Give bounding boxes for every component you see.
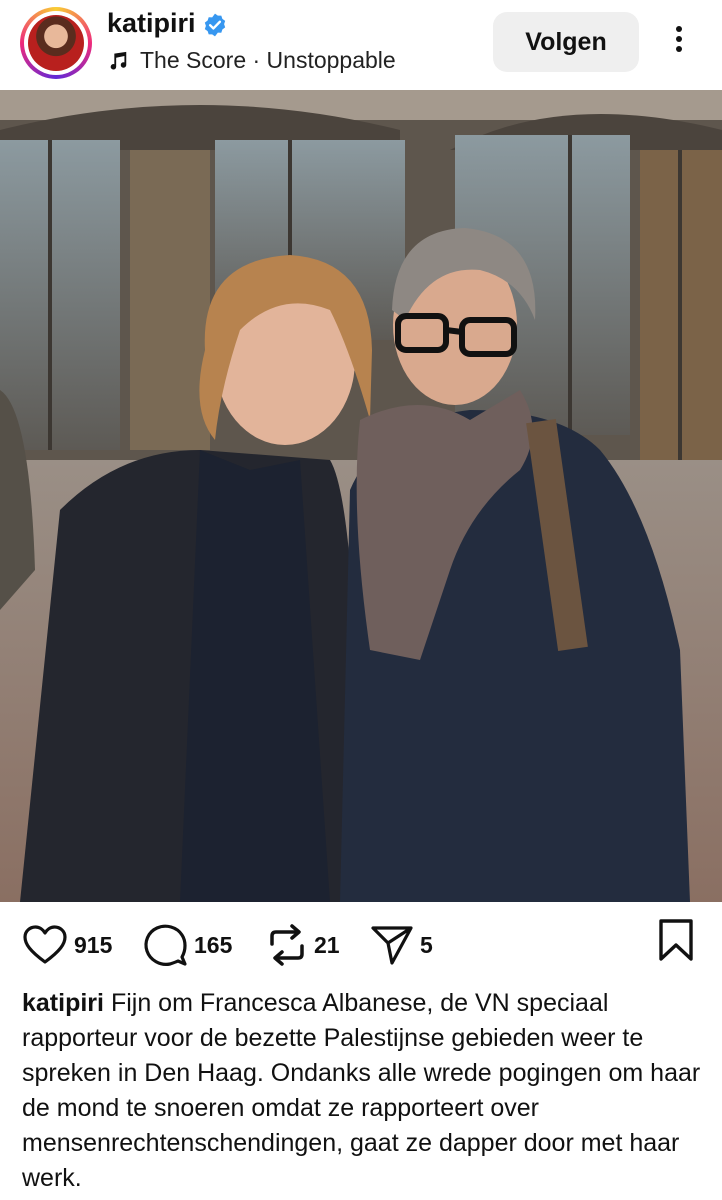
like-count[interactable]: 915 (74, 932, 112, 959)
avatar[interactable] (28, 15, 84, 71)
repost-action[interactable]: 21 (266, 922, 340, 968)
post-image[interactable] (0, 90, 722, 902)
caption-username[interactable]: katipiri (22, 989, 104, 1017)
post-header: katipiri The Score · Unstoppable Volgen (0, 0, 722, 90)
bookmark-icon[interactable] (656, 918, 696, 962)
comment-count[interactable]: 165 (194, 932, 232, 959)
verified-badge-icon (204, 13, 226, 37)
action-bar: 915 165 21 5 (0, 910, 722, 980)
repost-icon[interactable] (266, 922, 308, 968)
comment-action[interactable]: 165 (142, 922, 232, 968)
music-note-icon (110, 51, 127, 70)
username[interactable]: katipiri (107, 8, 196, 39)
music-track-label[interactable]: The Score · Unstoppable (140, 47, 396, 74)
repost-count[interactable]: 21 (314, 932, 340, 959)
share-action[interactable]: 5 (370, 922, 433, 968)
comment-bubble-icon[interactable] (142, 922, 188, 968)
share-count[interactable]: 5 (420, 932, 433, 959)
like-action[interactable]: 915 (22, 922, 112, 968)
post-caption: katipiri Fijn om Francesca Albanese, de … (22, 986, 702, 1196)
heart-icon[interactable] (22, 924, 68, 966)
more-options-icon[interactable] (664, 22, 694, 62)
follow-button[interactable]: Volgen (493, 12, 639, 72)
story-ring[interactable] (20, 7, 92, 79)
post-photo-illustration (0, 90, 722, 902)
paper-plane-icon[interactable] (370, 923, 414, 967)
caption-text: Fijn om Francesca Albanese, de VN specia… (22, 989, 701, 1192)
